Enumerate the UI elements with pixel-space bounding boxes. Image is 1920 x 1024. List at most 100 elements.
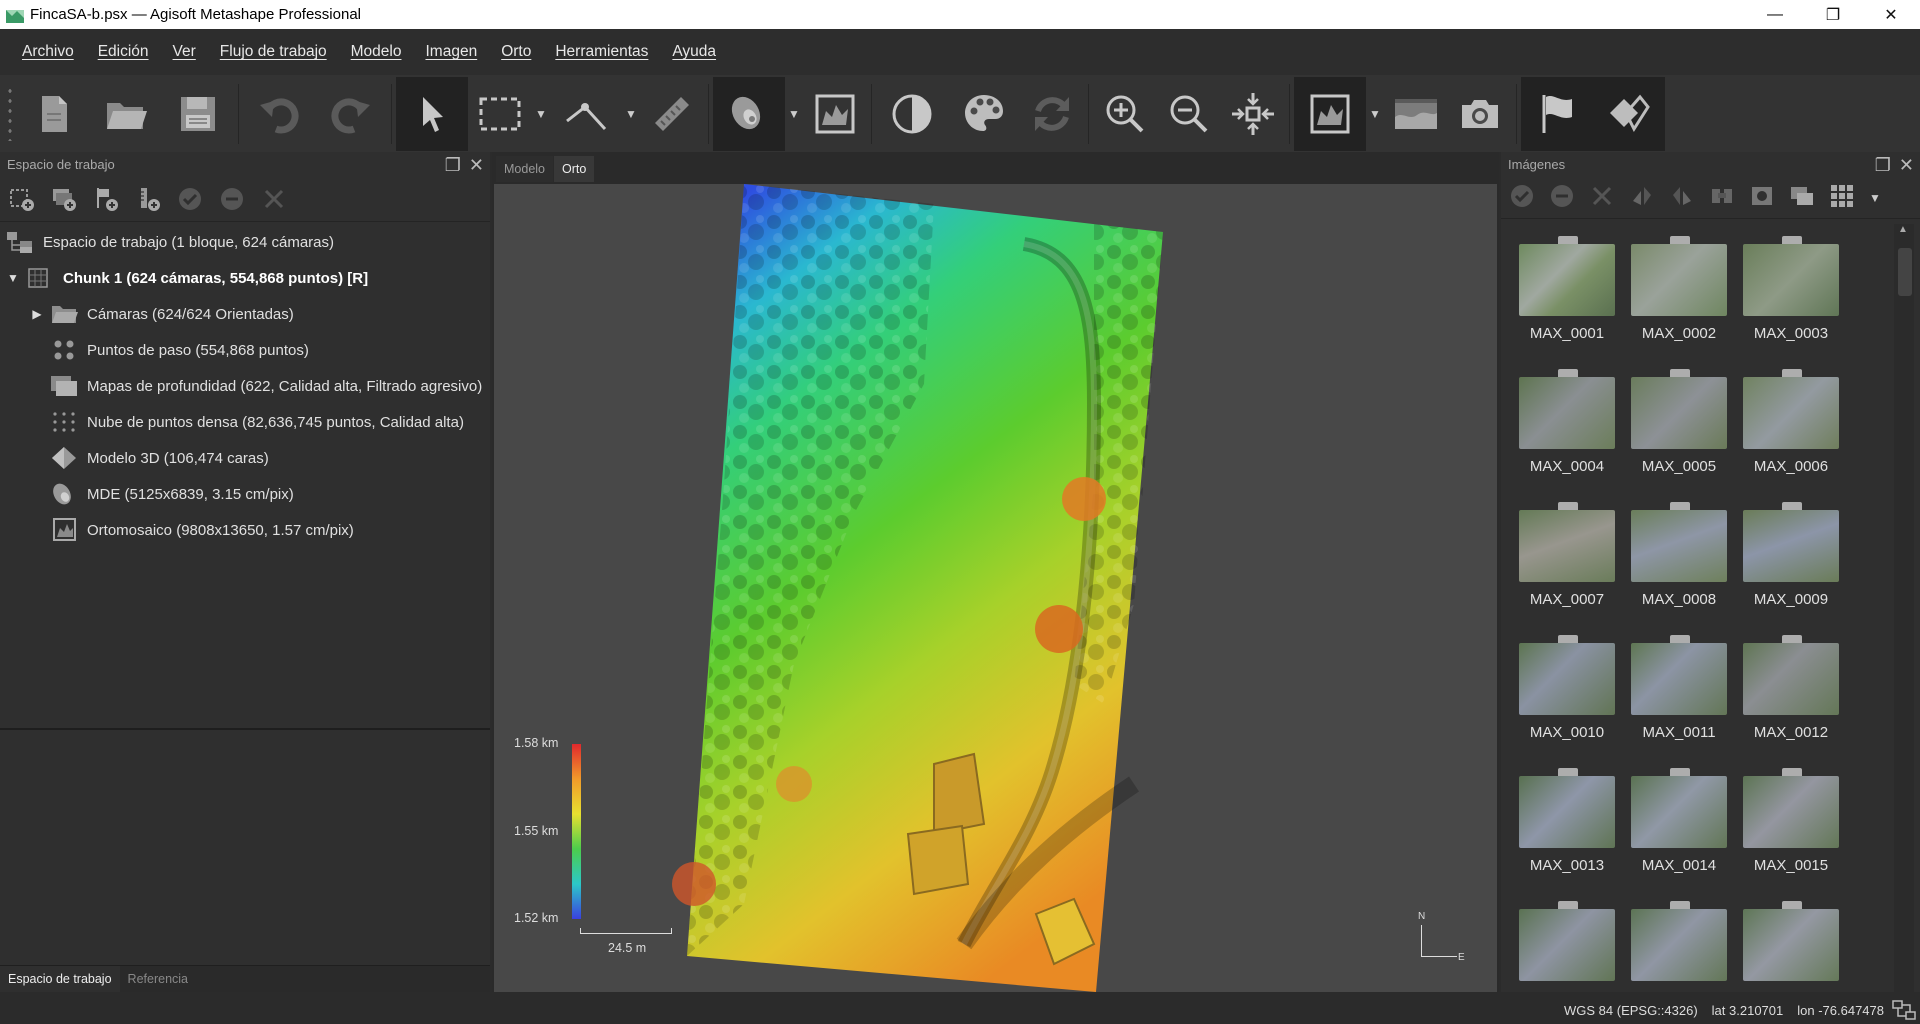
scrollbar-thumb[interactable]	[1898, 248, 1912, 296]
collapse-arrow-icon[interactable]: ▼	[6, 271, 20, 285]
dem-hillshade-map[interactable]	[494, 184, 1497, 992]
toolbar-grip[interactable]	[6, 86, 14, 141]
ruler-dropdown[interactable]: ▼	[622, 77, 640, 151]
tree-item-tie-points[interactable]: Puntos de paso (554,868 puntos)	[0, 332, 490, 368]
navigation-tool-button[interactable]	[396, 76, 468, 151]
thumbnail-item[interactable]: MAX_0005	[1623, 357, 1735, 490]
zoom-in-button[interactable]	[1093, 77, 1157, 151]
tree-item-chunk[interactable]: ▼ Chunk 1 (624 cámaras, 554,868 puntos) …	[0, 260, 490, 296]
thumbnail-item[interactable]: MAX_0010	[1511, 623, 1623, 756]
minimize-button[interactable]: —	[1746, 0, 1804, 29]
enable-images-button[interactable]	[1509, 183, 1535, 212]
tab-model[interactable]: Modelo	[496, 156, 553, 182]
remove-images-button[interactable]	[1589, 183, 1615, 212]
palette-button[interactable]	[948, 77, 1020, 151]
menu-edicion[interactable]: Edición	[86, 43, 161, 61]
enable-button[interactable]	[176, 185, 204, 213]
thumbnail-item[interactable]: MAX_0003	[1735, 224, 1847, 357]
tree-item-workspace[interactable]: Espacio de trabajo (1 bloque, 624 cámara…	[0, 224, 490, 260]
images-strip-button[interactable]	[1384, 77, 1448, 151]
dem-dropdown[interactable]: ▼	[785, 77, 803, 151]
thumbnail-item[interactable]: MAX_0001	[1511, 224, 1623, 357]
rectangle-selection-button[interactable]	[468, 77, 532, 151]
layers-button[interactable]	[1789, 183, 1815, 212]
thumbnail-item[interactable]: MAX_0013	[1511, 756, 1623, 889]
add-photos-button[interactable]	[50, 185, 78, 213]
restore-button[interactable]: ❐	[1804, 0, 1862, 29]
tab-workspace[interactable]: Espacio de trabajo	[0, 966, 120, 992]
fit-view-button[interactable]	[1221, 77, 1285, 151]
ortho-view-dropdown[interactable]: ▼	[1366, 77, 1384, 151]
ortho-viewport[interactable]: 1.58 km 1.55 km 1.52 km 24.5 m N E	[494, 184, 1497, 992]
ortho-view-button[interactable]	[1294, 76, 1366, 151]
flag-button[interactable]	[1521, 76, 1593, 151]
new-document-button[interactable]	[18, 77, 90, 151]
remove-button[interactable]	[260, 185, 288, 213]
thumbnail-view-button[interactable]	[1829, 183, 1855, 212]
filter-images-button[interactable]	[1709, 183, 1735, 212]
orthomosaic-button[interactable]	[803, 77, 867, 151]
thumbnail-item[interactable]: MAX_0007	[1511, 490, 1623, 623]
add-marker-button[interactable]	[92, 185, 120, 213]
thumbnail-item[interactable]: MAX_0008	[1623, 490, 1735, 623]
dem-view-button[interactable]	[713, 76, 785, 151]
undo-button[interactable]	[243, 77, 315, 151]
thumbnail-item[interactable]	[1511, 889, 1623, 992]
menu-ver[interactable]: Ver	[161, 43, 208, 61]
menu-ayuda[interactable]: Ayuda	[660, 43, 728, 61]
menu-flujo-de-trabajo[interactable]: Flujo de trabajo	[208, 43, 339, 61]
tab-ortho[interactable]: Orto	[554, 156, 595, 182]
menu-orto[interactable]: Orto	[489, 43, 543, 61]
expand-arrow-icon[interactable]: ▶	[30, 307, 44, 321]
close-panel-icon[interactable]: ✕	[1899, 155, 1914, 176]
tree-item-cameras[interactable]: ▶ Cámaras (624/624 Orientadas)	[0, 296, 490, 332]
tree-item-depth-maps[interactable]: Mapas de profundidad (622, Calidad alta,…	[0, 368, 490, 404]
close-panel-icon[interactable]: ✕	[469, 155, 484, 176]
mask-button[interactable]	[1749, 183, 1775, 212]
zoom-out-button[interactable]	[1157, 77, 1221, 151]
layers-icon	[1791, 187, 1813, 205]
menu-modelo[interactable]: Modelo	[339, 43, 414, 61]
redo-button[interactable]	[315, 77, 387, 151]
close-window-button[interactable]: ✕	[1862, 0, 1920, 29]
contrast-button[interactable]	[876, 77, 948, 151]
open-project-button[interactable]	[90, 77, 162, 151]
thumbnail-item[interactable]: MAX_0011	[1623, 623, 1735, 756]
disable-images-button[interactable]	[1549, 183, 1575, 212]
menu-herramientas[interactable]: Herramientas	[543, 43, 660, 61]
float-panel-icon[interactable]: ❐	[1875, 155, 1891, 176]
thumbnail-item[interactable]: MAX_0015	[1735, 756, 1847, 889]
refresh-button[interactable]	[1020, 77, 1084, 151]
save-project-button[interactable]	[162, 77, 234, 151]
ruler-line-button[interactable]	[550, 77, 622, 151]
menu-archivo[interactable]: Archivo	[10, 43, 86, 61]
shape-button[interactable]	[1593, 76, 1665, 151]
thumbnail-item[interactable]: MAX_0006	[1735, 357, 1847, 490]
camera-button[interactable]	[1448, 77, 1512, 151]
add-chunk-button[interactable]	[8, 185, 36, 213]
disable-button[interactable]	[218, 185, 246, 213]
thumbnail-item[interactable]: MAX_0009	[1735, 490, 1847, 623]
add-scalebar-button[interactable]	[134, 185, 162, 213]
menu-imagen[interactable]: Imagen	[413, 43, 489, 61]
thumbnail-item[interactable]: MAX_0004	[1511, 357, 1623, 490]
rotate-right-button[interactable]	[1669, 183, 1695, 212]
thumbnail-item[interactable]	[1735, 889, 1847, 992]
thumbnail-item[interactable]: MAX_0012	[1735, 623, 1847, 756]
thumbnails-scrollbar[interactable]: ▲	[1894, 224, 1914, 992]
thumbnail-item[interactable]: MAX_0002	[1623, 224, 1735, 357]
scroll-up-arrow-icon[interactable]: ▲	[1898, 224, 1908, 235]
view-mode-dropdown[interactable]: ▼	[1869, 191, 1883, 205]
tab-reference[interactable]: Referencia	[120, 966, 196, 992]
tree-item-orthomosaic[interactable]: Ortomosaico (9808x13650, 1.57 cm/pix)	[0, 512, 490, 548]
tree-item-dem[interactable]: MDE (5125x6839, 3.15 cm/pix)	[0, 476, 490, 512]
tree-item-dense-cloud[interactable]: Nube de puntos densa (82,636,745 puntos,…	[0, 404, 490, 440]
rotate-left-button[interactable]	[1629, 183, 1655, 212]
tree-item-model-3d[interactable]: Modelo 3D (106,474 caras)	[0, 440, 490, 476]
thumbnail-item[interactable]	[1623, 889, 1735, 992]
float-panel-icon[interactable]: ❐	[445, 155, 461, 176]
selection-dropdown[interactable]: ▼	[532, 77, 550, 151]
ruler-button[interactable]	[640, 77, 704, 151]
tie-points-icon	[50, 338, 78, 362]
thumbnail-item[interactable]: MAX_0014	[1623, 756, 1735, 889]
